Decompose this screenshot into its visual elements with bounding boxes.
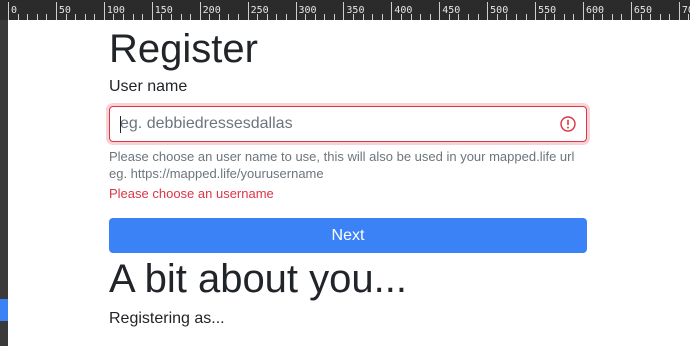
username-help-text: Please choose an user name to use, this … [109, 149, 575, 181]
ruler-label: 650 [634, 5, 652, 16]
ruler-label: 50 [59, 5, 71, 16]
ruler-label: 200 [203, 5, 221, 16]
username-error-message: Please choose an username [109, 186, 274, 201]
ruler-label: 700 [682, 5, 690, 16]
ruler-label: 350 [346, 5, 364, 16]
ruler-ticks: 0 50 100 150 200 250 300 350 400 450 500 550 600 650 7… [8, 2, 690, 20]
ruler-label: 400 [394, 5, 412, 16]
left-gutter-marker [0, 299, 8, 321]
pixel-ruler: 0 50 100 150 200 250 300 350 400 450 500 550 600 650 7… [0, 0, 690, 20]
ruler-label: 300 [299, 5, 317, 16]
ruler-label: 450 [442, 5, 460, 16]
left-gutter [0, 20, 8, 346]
ruler-label: 0 [11, 5, 17, 16]
ruler-label: 250 [251, 5, 269, 16]
page-title: Register [109, 27, 258, 71]
ruler-label: 100 [107, 5, 125, 16]
ruler-label: 600 [586, 5, 604, 16]
text-caret [120, 116, 121, 133]
username-label: User name [109, 78, 188, 95]
ruler-label: 500 [490, 5, 508, 16]
username-input[interactable] [120, 107, 550, 141]
ruler-label: 150 [155, 5, 173, 16]
next-button[interactable]: Next [109, 218, 587, 253]
section-title: A bit about you... [109, 257, 407, 301]
ruler-label: 550 [538, 5, 556, 16]
error-circle-icon [560, 116, 576, 132]
registering-as-label: Registering as... [109, 310, 225, 327]
username-field[interactable] [109, 106, 587, 142]
page: Register User name Please choose an user… [8, 20, 690, 346]
